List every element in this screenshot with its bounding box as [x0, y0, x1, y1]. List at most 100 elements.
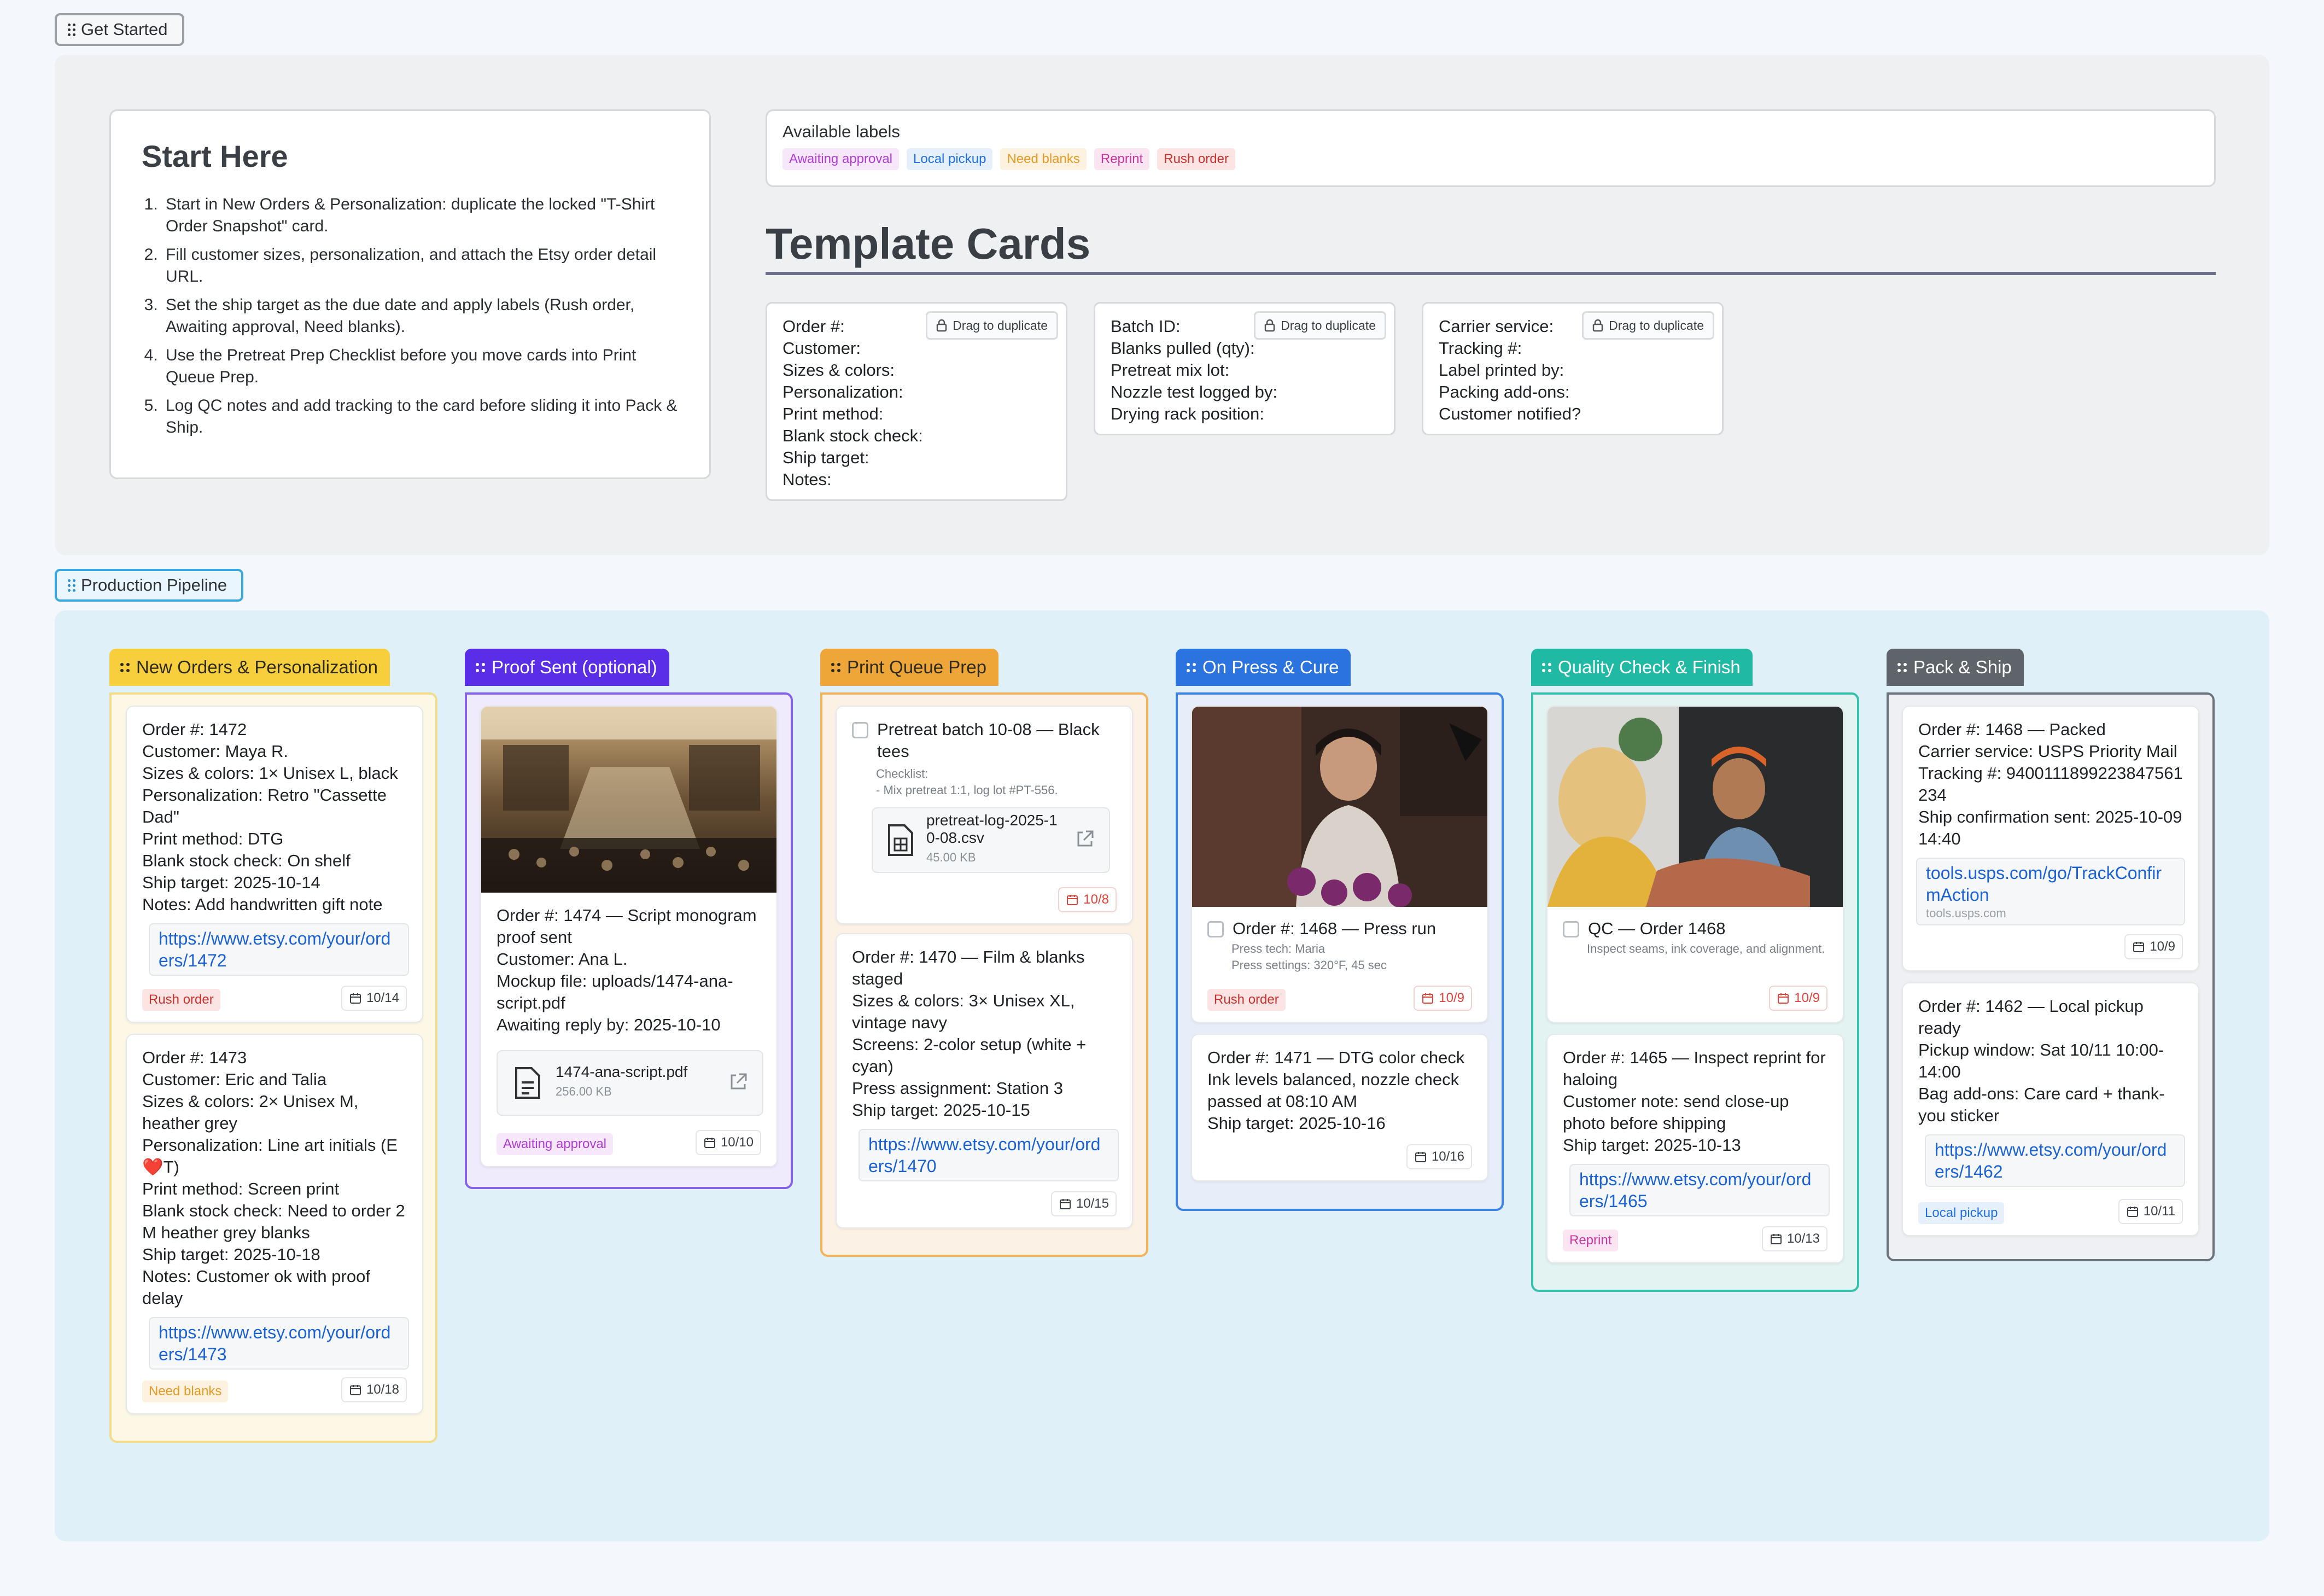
label-list: Awaiting approval Local pickup Need blan…: [783, 148, 2199, 170]
fabric-review-photo: [1548, 707, 1843, 907]
task-checkbox[interactable]: [852, 722, 868, 738]
production-pipeline-tag[interactable]: Production Pipeline: [55, 569, 244, 602]
due-date-badge[interactable]: 10/9: [1414, 986, 1472, 1011]
start-here-steps: Start in New Orders & Personalization: d…: [142, 194, 682, 439]
usps-tracking-link[interactable]: tools.usps.com/go/TrackConfirmAction too…: [1916, 858, 2185, 925]
etsy-order-link[interactable]: https://www.etsy.com/your/orders/1462: [1925, 1134, 2185, 1187]
card-line: Customer note: send close-up photo befor…: [1563, 1092, 1794, 1133]
due-date-badge[interactable]: 10/8: [1058, 887, 1117, 912]
template-card-pretreat-batch[interactable]: Drag to duplicate Batch ID: Blanks pulle…: [1094, 302, 1395, 435]
card-line: Order #: 1472: [142, 720, 247, 739]
due-date-badge[interactable]: 10/16: [1406, 1144, 1472, 1169]
card-line: Ink levels balanced, nozzle check passed…: [1207, 1070, 1464, 1111]
column-header-pack-ship[interactable]: Pack & Ship: [1887, 649, 2024, 686]
open-external-icon[interactable]: [1075, 829, 1095, 849]
task-checkbox[interactable]: [1563, 921, 1579, 937]
etsy-order-link[interactable]: https://www.etsy.com/your/orders/1470: [859, 1129, 1119, 1181]
template-field: Customer notified?: [1439, 404, 1581, 423]
card-footer: Rush order 10/14: [142, 986, 407, 1011]
order-card-1462[interactable]: Order #: 1462 — Local pickup ready Picku…: [1902, 982, 2199, 1236]
template-card-shipping[interactable]: Drag to duplicate Carrier service: Track…: [1422, 302, 1724, 435]
card-line: Order #: 1471 — DTG color check: [1207, 1048, 1465, 1067]
label-rush-order[interactable]: Rush order: [142, 989, 220, 1011]
template-field: Label printed by:: [1439, 360, 1564, 380]
file-size: 45.00 KB: [926, 851, 976, 864]
order-card-1473[interactable]: Order #: 1473 Customer: Eric and Talia S…: [126, 1034, 423, 1414]
order-card-1468-packed[interactable]: Order #: 1468 — Packed Carrier service: …: [1902, 706, 2199, 971]
column-title: New Orders & Personalization: [136, 657, 378, 677]
due-date-badge[interactable]: 10/18: [341, 1377, 407, 1402]
store-interior-photo: [481, 707, 776, 893]
label-rush-order[interactable]: Rush order: [1207, 989, 1286, 1011]
label-need-blanks[interactable]: Need blanks: [1000, 148, 1087, 170]
drag-to-duplicate-button[interactable]: Drag to duplicate: [1254, 311, 1386, 340]
step-item: Log QC notes and add tracking to the car…: [162, 395, 682, 439]
card-line: Order #: 1465 — Inspect reprint for halo…: [1563, 1048, 1831, 1089]
column-header-print-queue[interactable]: Print Queue Prep: [820, 649, 998, 686]
template-field: Packing add-ons:: [1439, 382, 1570, 401]
etsy-order-link[interactable]: https://www.etsy.com/your/orders/1473: [149, 1317, 409, 1370]
etsy-order-link[interactable]: https://www.etsy.com/your/orders/1465: [1569, 1164, 1830, 1216]
card-line: Sizes & colors: 3× Unisex XL, vintage na…: [852, 991, 1080, 1032]
order-card-1471[interactable]: Order #: 1471 — DTG color check Ink leve…: [1191, 1034, 1488, 1181]
column-header-new-orders[interactable]: New Orders & Personalization: [109, 649, 390, 686]
drag-to-duplicate-button[interactable]: Drag to duplicate: [1582, 311, 1714, 340]
label-reprint[interactable]: Reprint: [1094, 148, 1150, 170]
file-name: pretreat-log-2025-10-08.csv: [926, 812, 1058, 846]
qc-card-1468[interactable]: QC — Order 1468 Inspect seams, ink cover…: [1546, 706, 1844, 1023]
attachment-pretreat-log[interactable]: pretreat-log-2025-10-08.csv 45.00 KB: [872, 807, 1110, 873]
template-field: Personalization:: [783, 382, 903, 401]
due-date-badge[interactable]: 10/14: [341, 986, 407, 1011]
due-date-badge[interactable]: 10/10: [695, 1130, 761, 1155]
qc-instructions: Inspect seams, ink coverage, and alignme…: [1587, 942, 1825, 956]
due-date-badge[interactable]: 10/11: [2118, 1199, 2183, 1224]
label-rush-order[interactable]: Rush order: [1157, 148, 1235, 170]
due-date: 10/15: [1076, 1196, 1109, 1211]
card-footer: Need blanks 10/18: [142, 1377, 407, 1402]
order-card-1470[interactable]: Order #: 1470 — Film & blanks staged Siz…: [836, 933, 1133, 1228]
due-date: 10/8: [1083, 892, 1109, 907]
drag-grip-icon: [68, 579, 75, 592]
order-card-1472[interactable]: Order #: 1472 Customer: Maya R. Sizes & …: [126, 706, 423, 1023]
calendar-icon: [1059, 1199, 1071, 1209]
pretreat-checklist-card[interactable]: Pretreat batch 10-08 — Black tees Checkl…: [836, 706, 1133, 924]
card-line: Blank stock check: Need to order 2 M hea…: [142, 1201, 410, 1242]
label-awaiting-approval[interactable]: Awaiting approval: [497, 1133, 614, 1155]
label-need-blanks[interactable]: Need blanks: [142, 1381, 229, 1402]
label-local-pickup[interactable]: Local pickup: [907, 148, 993, 170]
due-date-badge[interactable]: 10/15: [1050, 1191, 1117, 1216]
start-here-card[interactable]: Start Here Start in New Orders & Persona…: [109, 109, 711, 479]
template-field: Tracking #:: [1439, 339, 1522, 358]
due-date: 10/16: [1431, 1149, 1464, 1164]
due-date-badge[interactable]: 10/9: [1769, 986, 1827, 1011]
label-local-pickup[interactable]: Local pickup: [1918, 1202, 2005, 1224]
task-checkbox[interactable]: [1207, 921, 1224, 937]
start-here-title: Start Here: [142, 139, 288, 173]
template-field: Blank stock check:: [783, 426, 923, 445]
press-run-card-1468[interactable]: Order #: 1468 — Press run Press tech: Ma…: [1191, 706, 1488, 1023]
due-date-badge[interactable]: 10/13: [1761, 1226, 1827, 1251]
card-line: Personalization: Line art initials (E❤️T…: [142, 1135, 398, 1176]
card-line: Ship target: 2025-10-16: [1207, 1114, 1386, 1133]
template-field: Ship target:: [783, 448, 869, 467]
drag-label: Drag to duplicate: [1609, 318, 1704, 333]
calendar-icon: [1422, 993, 1434, 1004]
order-card-1465[interactable]: Order #: 1465 — Inspect reprint for halo…: [1546, 1034, 1844, 1263]
column-header-on-press[interactable]: On Press & Cure: [1176, 649, 1351, 686]
label-reprint[interactable]: Reprint: [1563, 1230, 1619, 1251]
label-awaiting-approval[interactable]: Awaiting approval: [783, 148, 900, 170]
available-labels-card[interactable]: Available labels Awaiting approval Local…: [766, 109, 2216, 187]
column-header-quality-check[interactable]: Quality Check & Finish: [1531, 649, 1753, 686]
column-header-proof-sent[interactable]: Proof Sent (optional): [465, 649, 669, 686]
drag-to-duplicate-button[interactable]: Drag to duplicate: [926, 311, 1058, 340]
due-date: 10/9: [2150, 939, 2175, 954]
card-line: Customer: Maya R.: [142, 742, 289, 761]
etsy-order-link[interactable]: https://www.etsy.com/your/orders/1472: [149, 923, 409, 976]
due-date-badge[interactable]: 10/9: [2124, 934, 2183, 959]
open-external-icon[interactable]: [728, 1072, 748, 1092]
order-card-1474[interactable]: Order #: 1474 — Script monogram proof se…: [480, 706, 778, 1167]
get-started-tag[interactable]: Get Started: [55, 13, 184, 46]
attachment-1474-pdf[interactable]: 1474-ana-script.pdf 256.00 KB: [497, 1050, 763, 1116]
drag-label: Drag to duplicate: [1281, 318, 1376, 333]
template-card-order-snapshot[interactable]: Drag to duplicate Order #: Customer: Siz…: [766, 302, 1067, 501]
